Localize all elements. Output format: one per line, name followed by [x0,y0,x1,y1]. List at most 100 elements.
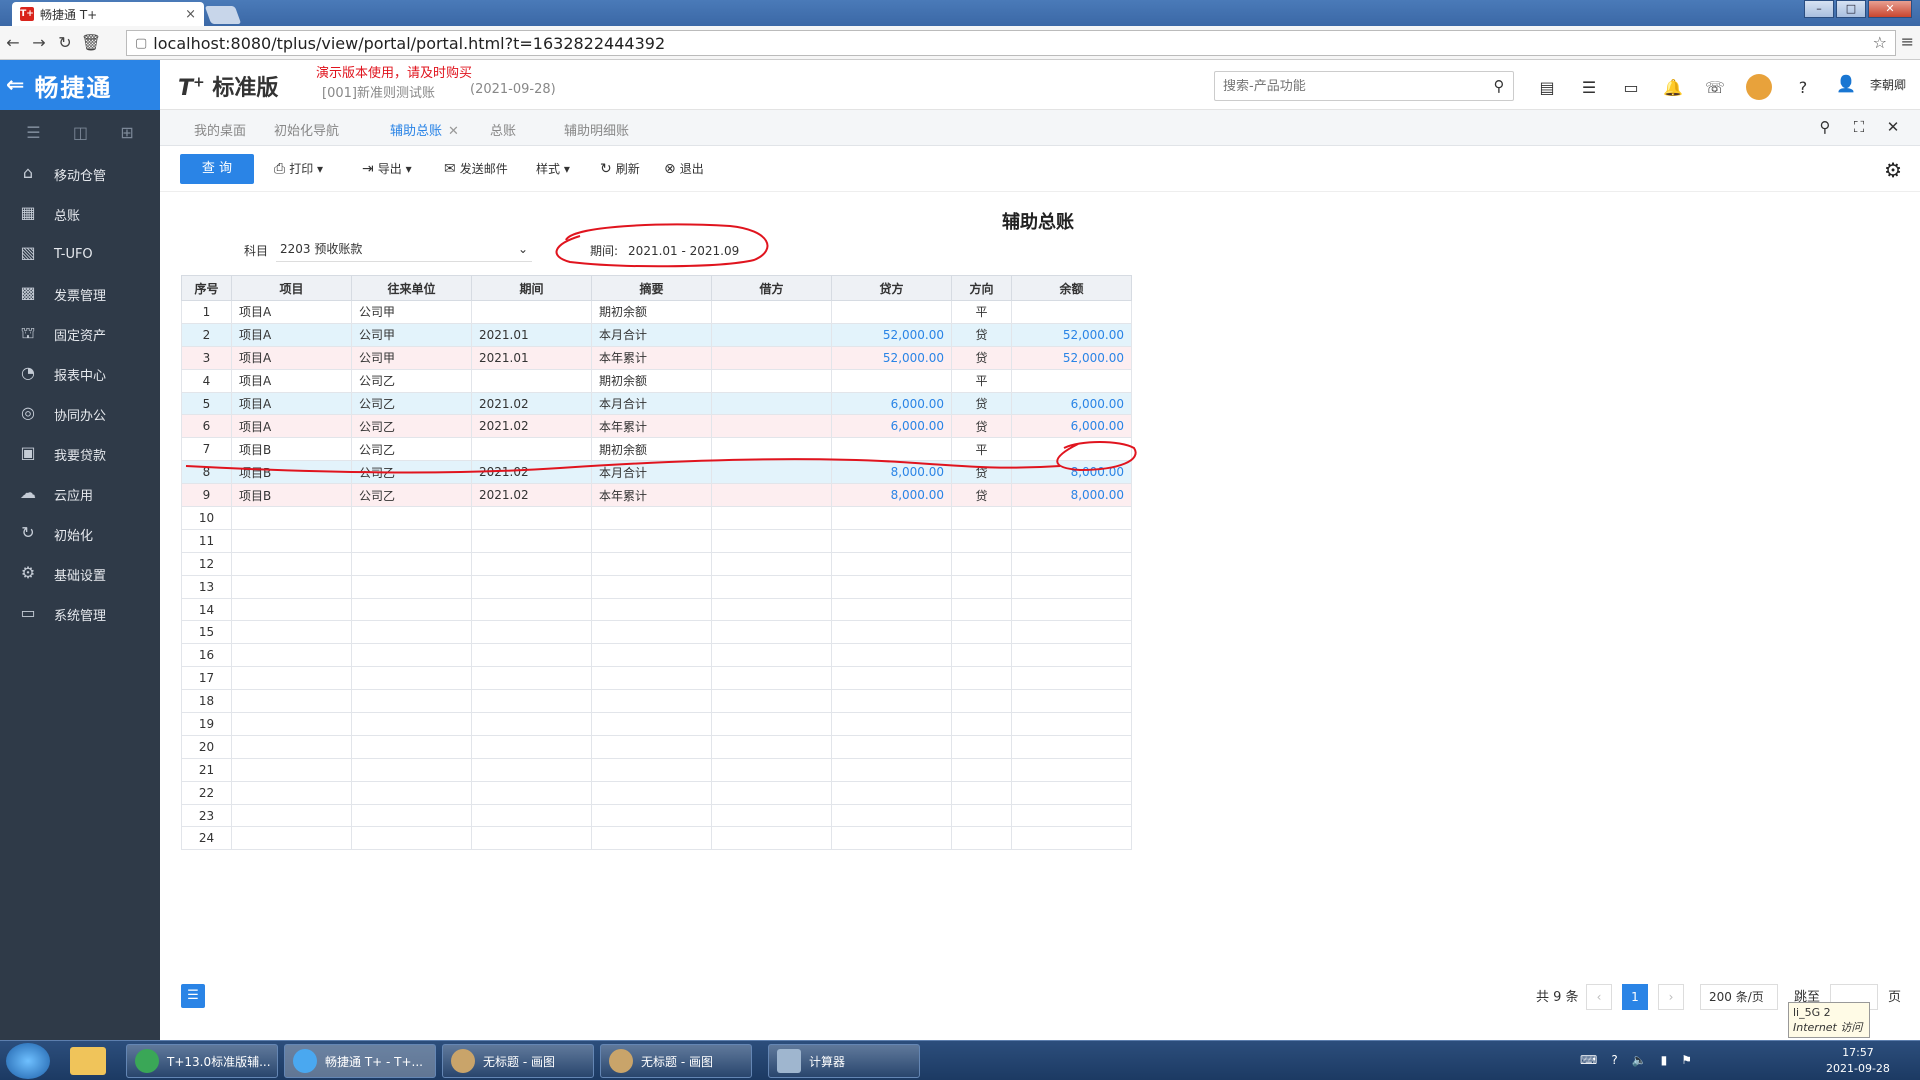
user-name[interactable]: 李朝卿 [1870,76,1906,93]
close-icon[interactable]: ✕ [1876,118,1910,136]
sidebar-item-loan[interactable]: ▣ 我要贷款 [0,434,160,474]
user-icon[interactable]: 👤 [1836,74,1856,93]
search-icon[interactable]: ⚲ [1485,77,1513,95]
col-balance[interactable]: 余额 [1011,275,1132,301]
col-party[interactable]: 往来单位 [351,275,472,301]
table-row[interactable]: 7 项目B 公司乙 期初余额 平 [181,437,1132,462]
tab-aux-detail[interactable]: 辅助明细账 [564,120,629,139]
close-window-button[interactable]: ✕ [1868,0,1912,18]
brand-logo[interactable]: ⇐ 畅捷通 [0,60,160,110]
table-row[interactable]: 14 [181,597,1132,622]
help-icon[interactable]: ? [1782,78,1824,97]
demo-notice-link[interactable]: 演示版本使用，请及时购买 [316,62,472,81]
col-summary[interactable]: 摘要 [591,275,712,301]
browser-tab[interactable]: T+ 畅捷通 T+ × [12,2,204,26]
mascot-icon[interactable] [1746,74,1772,100]
flag-icon[interactable]: ⚑ [1681,1053,1692,1067]
sidebar-item-report-center[interactable]: ◔ 报表中心 [0,354,160,394]
menu-icon[interactable]: ☰ [26,123,40,142]
address-bar[interactable]: ▢ localhost:8080/tplus/view/portal/porta… [126,30,1896,56]
table-row[interactable]: 5 项目A 公司乙 2021.02 本月合计 6,000.00 贷 6,000.00 [181,391,1132,416]
col-direction[interactable]: 方向 [951,275,1012,301]
close-tab-icon[interactable]: ✕ [448,124,459,139]
maximize-button[interactable]: □ [1836,0,1866,18]
table-row[interactable]: 9 项目B 公司乙 2021.02 本年累计 8,000.00 贷 8,000.00 [181,483,1132,508]
sidebar-item-system-admin[interactable]: ▭ 系统管理 [0,594,160,634]
new-tab-button[interactable] [204,6,242,24]
table-row[interactable]: 8 项目B 公司乙 2021.02 本月合计 8,000.00 贷 8,000.00 [181,460,1132,485]
table-row[interactable]: 24 [181,826,1132,851]
next-page-button[interactable]: › [1658,984,1684,1010]
trash-icon[interactable]: 🗑 [78,33,104,52]
help-icon[interactable]: ? [1611,1053,1617,1067]
table-row[interactable]: 15 [181,620,1132,645]
table-row[interactable]: 16 [181,643,1132,668]
favorites-icon[interactable]: ◫ [73,123,88,142]
sidebar-item-fixed-assets[interactable]: ⛫ 固定资产 [0,314,160,354]
table-row[interactable]: 3 项目A 公司甲 2021.01 本年累计 52,000.00 贷 52,000.00 [181,345,1132,370]
prev-page-button[interactable]: ‹ [1586,984,1612,1010]
sidebar-item-general-ledger[interactable]: ▦ 总账 [0,194,160,234]
tab-init-nav[interactable]: 初始化导航 [274,120,339,139]
sidebar-item-collaboration[interactable]: ◎ 协同办公 [0,394,160,434]
back-arrow-icon[interactable]: ← [0,33,26,52]
taskbar-item-tplus[interactable]: 畅捷通 T+ - T+... [284,1044,436,1078]
column-settings-button[interactable]: ☰ [181,984,205,1008]
start-button[interactable] [6,1043,50,1079]
tab-general-ledger[interactable]: 总账 [490,120,516,139]
task-list-icon[interactable]: ☰ [1568,78,1610,97]
sidebar-item-mobile-warehouse[interactable]: ⌂ 移动仓管 [0,154,160,194]
message-icon[interactable]: ▭ [1610,78,1652,97]
speaker-icon[interactable]: 🔈 [1632,1053,1647,1067]
table-row[interactable]: 12 [181,551,1132,576]
col-debit[interactable]: 借方 [711,275,832,301]
search-icon[interactable]: ⚲ [1808,118,1842,136]
taskbar-item-ie[interactable]: T+13.0标准版辅... [126,1044,278,1078]
table-row[interactable]: 22 [181,780,1132,805]
bell-icon[interactable]: 🔔 [1652,78,1694,97]
gear-icon[interactable]: ⚙ [1884,158,1902,182]
table-row[interactable]: 10 [181,506,1132,530]
tab-aux-general-ledger[interactable]: 辅助总账 ✕ [378,120,481,150]
query-button[interactable]: 查 询 [180,154,254,184]
send-mail-button[interactable]: ✉ 发送邮件 [444,160,508,177]
search-box[interactable]: ⚲ [1214,71,1514,101]
sidebar-item-t-ufo[interactable]: ▧ T-UFO [0,234,160,274]
sidebar-item-basic-settings[interactable]: ⚙ 基础设置 [0,554,160,594]
col-credit[interactable]: 贷方 [831,275,952,301]
table-row[interactable]: 6 项目A 公司乙 2021.02 本年累计 6,000.00 贷 6,000.00 [181,414,1132,439]
taskbar-item-paint-1[interactable]: 无标题 - 画图 [442,1044,594,1078]
table-row[interactable]: 17 [181,666,1132,691]
table-row[interactable]: 11 [181,528,1132,553]
tab-my-desktop[interactable]: 我的桌面 [194,120,246,139]
keyboard-icon[interactable]: ⌨ [1580,1053,1597,1067]
col-item[interactable]: 项目 [231,275,352,301]
search-input[interactable] [1223,78,1485,94]
close-tab-icon[interactable]: × [185,7,196,22]
print-button[interactable]: ⎙ 打印 ▾ [274,160,323,177]
table-row[interactable]: 2 项目A 公司甲 2021.01 本月合计 52,000.00 贷 52,000.00 [181,322,1132,347]
exit-button[interactable]: ⊗ 退出 [664,160,704,177]
table-row[interactable]: 20 [181,734,1132,759]
bookmark-star-icon[interactable]: ☆ [1873,33,1887,52]
add-favorite-icon[interactable]: ⊞ [120,123,133,142]
browser-menu-icon[interactable]: ≡ [1901,32,1914,51]
minimize-button[interactable]: – [1804,0,1834,18]
table-row[interactable]: 21 [181,757,1132,782]
current-page-button[interactable]: 1 [1622,984,1648,1010]
sidebar-item-invoice[interactable]: ▩ 发票管理 [0,274,160,314]
sidebar-item-cloud-apps[interactable]: ☁ 云应用 [0,474,160,514]
export-button[interactable]: ⇥ 导出 ▾ [362,160,412,177]
table-row[interactable]: 18 [181,689,1132,714]
network-icon[interactable]: ▮ [1661,1053,1668,1067]
forward-arrow-icon[interactable]: → [26,33,52,52]
col-period[interactable]: 期间 [471,275,592,301]
calculator-icon[interactable]: ▤ [1526,78,1568,97]
refresh-button[interactable]: ↻ 刷新 [600,160,640,177]
table-row[interactable]: 23 [181,803,1132,828]
sidebar-item-initialize[interactable]: ↻ 初始化 [0,514,160,554]
reload-icon[interactable]: ↻ [52,33,78,52]
clock[interactable]: 17:57 2021-09-28 [1826,1045,1890,1077]
explorer-folder-icon[interactable] [70,1047,106,1075]
taskbar-item-paint-2[interactable]: 无标题 - 画图 [600,1044,752,1078]
